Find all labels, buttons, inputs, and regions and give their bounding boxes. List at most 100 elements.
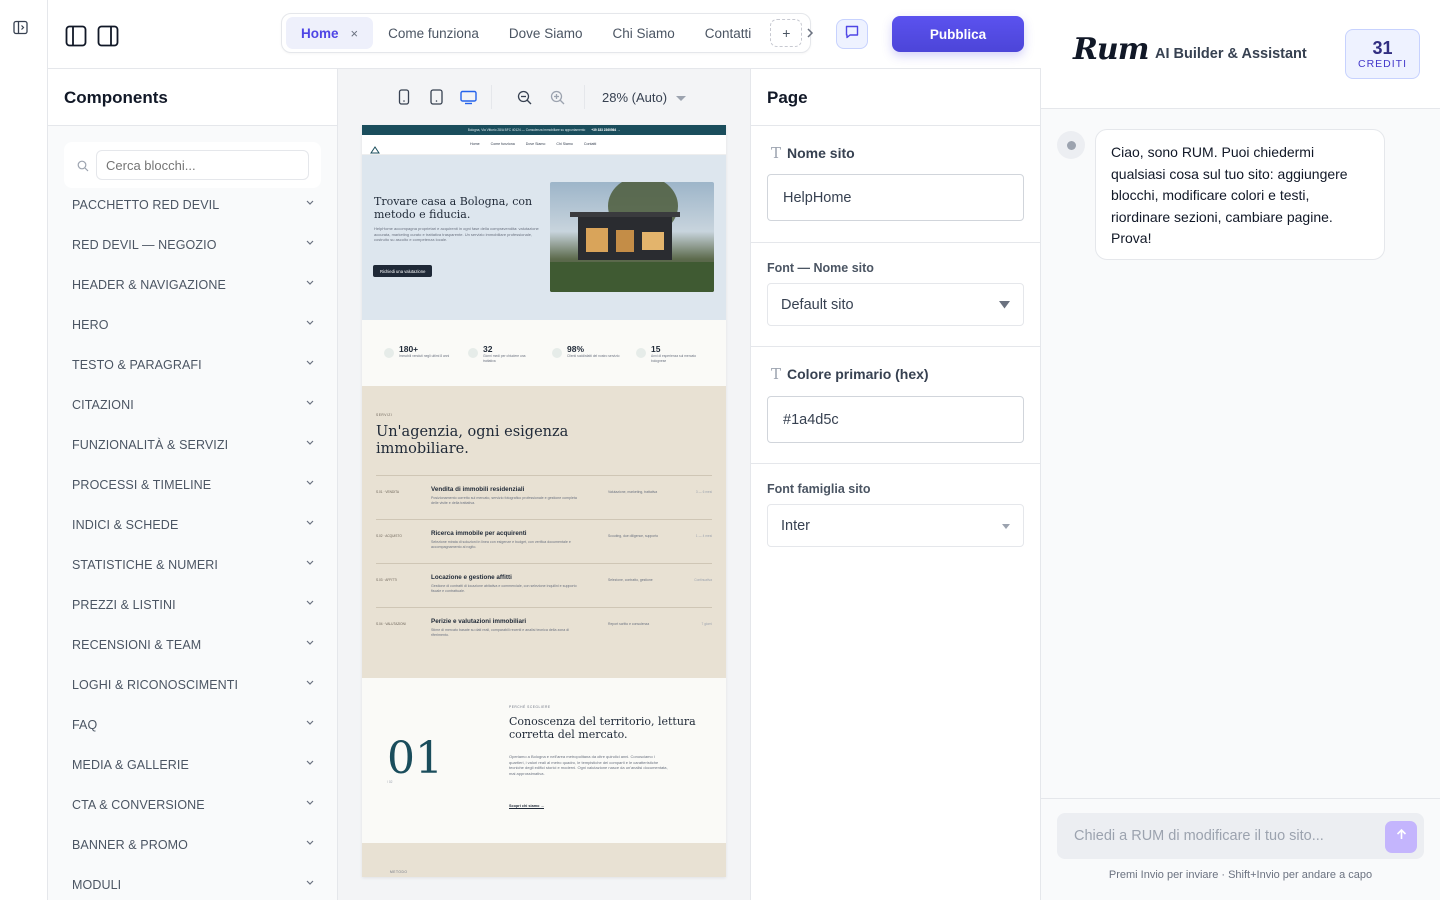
service-title: Vendita di immobili residenziali xyxy=(431,486,525,493)
chat-input[interactable]: Chiedi a RUM di modificare il tuo sito..… xyxy=(1057,813,1424,859)
chevron-down-icon xyxy=(306,437,314,448)
sidebar-toggle-icon[interactable] xyxy=(11,18,29,36)
big-number: 01 xyxy=(387,733,443,784)
about-kicker: PERCHÉ SCEGLIERE xyxy=(509,705,551,709)
category-item[interactable]: PROCESSI & TIMELINE xyxy=(72,475,314,495)
service-tags: Valutazione, marketing, trattativa xyxy=(608,490,658,494)
stat-item: 15 Anni di esperienza sul mercato bologne… xyxy=(636,344,714,370)
chat-toggle-button[interactable] xyxy=(836,19,868,49)
primary-color-input[interactable]: #1a4d5c xyxy=(767,396,1024,443)
zoom-out-icon[interactable] xyxy=(514,87,534,107)
zoom-label: 28% (Auto) xyxy=(602,89,668,105)
preview-nav-item[interactable]: Home xyxy=(470,142,480,146)
category-item[interactable]: HEADER & NAVIGAZIONE xyxy=(72,275,314,295)
service-tags: Report scritto e consulenza xyxy=(608,622,650,626)
category-label: TESTO & PARAGRAFI xyxy=(72,358,202,372)
stat-item: 180+ Immobili venduti negli ultimi 8 anni xyxy=(384,344,462,370)
chevron-down-icon xyxy=(306,317,314,328)
desktop-icon[interactable] xyxy=(457,87,479,107)
chevron-down-icon xyxy=(306,637,314,648)
category-item[interactable]: PREZZI & LISTINI xyxy=(72,595,314,615)
tab-chi-siamo[interactable]: Chi Siamo xyxy=(597,17,689,49)
rum-logo: Rum xyxy=(1073,32,1149,67)
arrow-up-icon xyxy=(1395,828,1408,846)
site-name-label-text: Nome sito xyxy=(787,145,855,161)
category-label: MEDIA & GALLERIE xyxy=(72,758,189,772)
layout-left-icon[interactable] xyxy=(64,24,88,48)
font-family-select[interactable]: Inter xyxy=(767,504,1024,547)
about-title: Conoscenza del territorio, lettura corre… xyxy=(509,715,696,741)
search-input[interactable] xyxy=(96,150,309,180)
stat-icon xyxy=(468,348,478,358)
category-item[interactable]: TESTO & PARAGRAFI xyxy=(72,355,314,375)
category-item[interactable]: FAQ xyxy=(72,715,314,735)
zoom-in-icon[interactable] xyxy=(547,87,567,107)
tablet-icon[interactable] xyxy=(426,87,446,107)
service-text: Stime di mercato basate su dati reali, c… xyxy=(431,628,570,637)
stat-value: 15 xyxy=(651,344,661,354)
about-text: Operiamo a Bologna e nell'area metropoli… xyxy=(509,754,668,776)
category-item[interactable]: BANNER & PROMO xyxy=(72,835,314,855)
category-item[interactable]: CITAZIONI xyxy=(72,395,314,415)
preview-nav-item[interactable]: Contatti xyxy=(584,142,596,146)
left-rail xyxy=(0,0,48,900)
category-item[interactable]: RED DEVIL — NEGOZIO xyxy=(72,235,314,255)
preview-hero: Trovare casa a Bologna, con metodo e fid… xyxy=(362,155,726,320)
font-family-label: Font famiglia sito xyxy=(767,482,871,496)
assistant-header: Rum AI Builder & Assistant 31 CREDITI xyxy=(1041,0,1440,109)
stat-item: 98% Clienti soddisfatti del nostro serviz… xyxy=(552,344,630,370)
page-tabs: Home × Come funziona Dove Siamo Chi Siamo… xyxy=(281,13,811,53)
primary-color-label: T Colore primario (hex) xyxy=(767,365,929,383)
chevron-down-icon xyxy=(306,757,314,768)
page-panel-header: Page xyxy=(751,69,1041,126)
tab-home[interactable]: Home × xyxy=(286,17,374,49)
hero-title: Trovare casa a Bologna, con metodo e fid… xyxy=(374,195,533,221)
service-text: Posizionamento corretto sul mercato, ser… xyxy=(431,496,577,505)
send-button[interactable] xyxy=(1385,821,1417,853)
service-code: S.03 · AFFITTI xyxy=(376,578,397,582)
category-item[interactable]: INDICI & SCHEDE xyxy=(72,515,314,535)
primary-color-label-text: Colore primario (hex) xyxy=(787,366,929,382)
chevron-down-icon xyxy=(306,237,314,248)
category-item[interactable]: CTA & CONVERSIONE xyxy=(72,795,314,815)
preview-nav-item[interactable]: Come funziona xyxy=(491,142,515,146)
site-name-input[interactable]: HelpHome xyxy=(767,174,1024,221)
category-item[interactable]: MEDIA & GALLERIE xyxy=(72,755,314,775)
publish-button[interactable]: Pubblica xyxy=(892,16,1024,52)
tab-dove-siamo[interactable]: Dove Siamo xyxy=(494,17,598,49)
services-title: Un'agenzia, ogni esigenza immobiliare. xyxy=(376,424,569,457)
service-row: S.04 · VALUTAZIONI Perizie e valutazioni … xyxy=(376,607,712,647)
primary-color-section: T Colore primario (hex) #1a4d5c xyxy=(751,347,1041,464)
components-panel: Components PACCHETTO RED DEVIL RED DEVIL … xyxy=(48,69,338,900)
service-title: Perizie e valutazioni immobiliari xyxy=(431,618,527,625)
category-item[interactable]: FUNZIONALITÀ & SERVIZI xyxy=(72,435,314,455)
tab-label: Come funziona xyxy=(388,25,479,41)
stat-label: Clienti soddisfatti del nostro servizio xyxy=(567,354,620,358)
category-item[interactable]: RECENSIONI & TEAM xyxy=(72,635,314,655)
preview-nav-item[interactable]: Dove Siamo xyxy=(526,142,546,146)
category-item[interactable]: STATISTICHE & NUMERI xyxy=(72,555,314,575)
category-item[interactable]: PACCHETTO RED DEVIL xyxy=(72,195,314,215)
stat-icon xyxy=(552,348,562,358)
mobile-icon[interactable] xyxy=(394,87,414,107)
category-item[interactable]: MODULI xyxy=(72,875,314,895)
category-item[interactable]: HERO xyxy=(72,315,314,335)
chevron-right-icon[interactable] xyxy=(804,25,816,41)
canvas-area: 28% (Auto) Bologna, Via Vittorio 28/A BF… xyxy=(338,69,751,900)
site-name-label: T Nome sito xyxy=(767,144,855,162)
tab-come-funziona[interactable]: Come funziona xyxy=(373,17,494,49)
tab-contatti[interactable]: Contatti xyxy=(690,17,767,49)
chevron-down-icon xyxy=(306,837,314,848)
about-link[interactable]: Scopri chi siamo → xyxy=(509,804,545,809)
category-item[interactable]: LOGHI & RICONOSCIMENTI xyxy=(72,675,314,695)
site-name-section: T Nome sito HelpHome xyxy=(751,126,1041,243)
hero-cta-button[interactable]: Richiedi una valutazione xyxy=(373,265,433,277)
preview-nav-item[interactable]: Chi Siamo xyxy=(556,142,573,146)
font-name-select[interactable]: Default sito xyxy=(767,283,1024,326)
layout-right-icon[interactable] xyxy=(96,24,120,48)
site-preview[interactable]: Bologna, Via Vittorio 28/A BFC 40124 — C… xyxy=(362,125,726,877)
zoom-select[interactable]: 28% (Auto) xyxy=(602,88,687,106)
close-icon[interactable]: × xyxy=(351,26,359,41)
next-kicker: METODO xyxy=(390,870,408,874)
add-page-button[interactable]: + xyxy=(770,19,803,47)
